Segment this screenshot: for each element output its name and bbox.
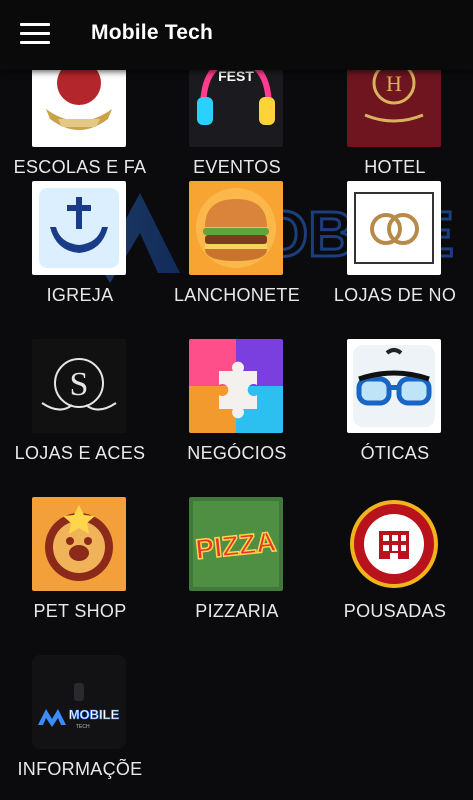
svg-text:S: S: [70, 366, 89, 403]
category-pet-shop[interactable]: PET SHOP: [1, 497, 159, 647]
category-lojas-e-acessorios[interactable]: S LOJAS E ACES: [1, 339, 159, 489]
category-pousadas[interactable]: POUSADAS: [316, 497, 473, 647]
category-label: POUSADAS: [343, 601, 447, 621]
svg-text:FEST: FEST: [218, 70, 254, 84]
category-igreja[interactable]: IGREJA: [1, 181, 159, 331]
category-label: INFORMAÇÕE: [17, 759, 143, 779]
svg-text:TECH: TECH: [76, 724, 90, 730]
category-label: IGREJA: [46, 285, 114, 305]
category-label: PET SHOP: [33, 601, 127, 621]
category-lanchonete[interactable]: LANCHONETE: [158, 181, 316, 331]
category-lojas-de-noivas[interactable]: LOJAS DE NO: [316, 181, 473, 331]
category-label: NEGÓCIOS: [187, 443, 287, 463]
headphones-fest-icon: FEST: [189, 70, 283, 147]
category-label: PIZZARIA: [195, 601, 279, 621]
monogram-s-icon: S: [32, 339, 126, 433]
hotel-crest-icon: H: [347, 70, 441, 147]
category-label: ÓTICAS: [360, 443, 430, 463]
category-label: EVENTOS: [193, 157, 281, 177]
building-icon: [347, 497, 441, 591]
app-bar: Mobile Tech: [0, 0, 473, 70]
glasses-icon: [347, 339, 441, 433]
category-label: ESCOLAS E FA: [13, 157, 147, 177]
category-label: LANCHONETE: [173, 285, 301, 305]
crest-icon: [32, 70, 126, 147]
mobile-tech-logo-icon: MOBILE TECH: [32, 655, 126, 749]
category-pizzaria[interactable]: PIZZA PIZZARIA: [158, 497, 316, 647]
category-label: HOTEL: [364, 157, 426, 177]
cross-hands-icon: [32, 181, 126, 275]
category-label: LOJAS E ACES: [14, 443, 146, 463]
svg-text:MOBILE: MOBILE: [69, 707, 120, 722]
pet-badge-icon: [32, 497, 126, 591]
category-oticas[interactable]: ÓTICAS: [316, 339, 473, 489]
burger-icon: [189, 181, 283, 275]
svg-text:H: H: [386, 71, 402, 96]
category-grid[interactable]: MOBILE ESCOLAS E FA FEST EVENTOS H HOTEL…: [0, 70, 473, 800]
category-label: LOJAS DE NO: [333, 285, 457, 305]
category-negocios[interactable]: NEGÓCIOS: [158, 339, 316, 489]
category-informacoes[interactable]: MOBILE TECH INFORMAÇÕE: [1, 655, 159, 800]
rings-icon: [347, 181, 441, 275]
app-title: Mobile Tech: [91, 21, 213, 44]
pizza-icon: PIZZA: [189, 497, 283, 591]
puzzle-icon: [189, 339, 283, 433]
hamburger-menu-icon[interactable]: [20, 22, 50, 46]
